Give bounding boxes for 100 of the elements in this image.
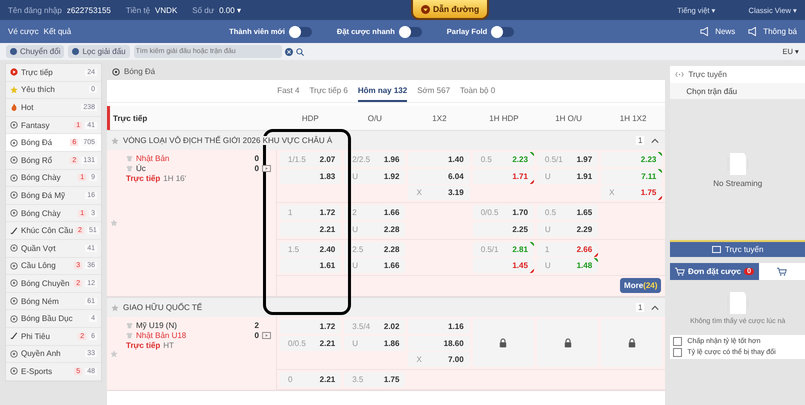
more-button[interactable]: More(24) bbox=[620, 278, 662, 293]
odds-cell[interactable]: 6.04 bbox=[408, 168, 470, 184]
odds-cell[interactable]: 1 1.72 bbox=[280, 205, 342, 220]
odds-cell[interactable]: 1.16 bbox=[408, 319, 470, 334]
ball-icon bbox=[10, 121, 18, 130]
nav-link[interactable]: News bbox=[715, 27, 736, 36]
nav-link[interactable]: Kết quả bbox=[44, 27, 72, 36]
collapse-icon[interactable] bbox=[651, 138, 660, 144]
ball-icon bbox=[10, 174, 18, 182]
collapse-icon[interactable] bbox=[651, 304, 660, 310]
switch-button[interactable]: Chuyển đổi bbox=[6, 45, 64, 58]
odds-cell[interactable]: U 2.29 bbox=[536, 222, 598, 236]
odds-cell[interactable]: 18.60 bbox=[408, 336, 470, 350]
ball-icon bbox=[10, 297, 18, 306]
shirt-icon bbox=[126, 332, 133, 338]
shirt-icon bbox=[126, 164, 133, 172]
account-label: Số dư bbox=[192, 6, 214, 14]
odds-cell[interactable]: 3.5 1.75 bbox=[344, 372, 406, 387]
odds-cell[interactable]: 0/0.5 1.70 bbox=[472, 205, 534, 220]
filter-button[interactable]: Lọc giải đấu bbox=[68, 45, 130, 58]
odds-cell[interactable]: 0.5/1 1.97 bbox=[536, 152, 598, 167]
odds-cell[interactable]: 1.45 bbox=[472, 258, 534, 273]
checkbox[interactable] bbox=[673, 337, 682, 346]
no-stream-text: No Streaming bbox=[713, 179, 762, 188]
star-icon[interactable] bbox=[111, 304, 119, 312]
odds-cell[interactable]: U 1.66 bbox=[344, 258, 406, 273]
ball-icon bbox=[10, 314, 18, 323]
lock-icon bbox=[628, 338, 636, 348]
cart-icon bbox=[674, 267, 685, 276]
odds-cell[interactable]: 0/0.5 2.21 bbox=[280, 336, 342, 350]
cart-icon bbox=[776, 267, 787, 276]
odds-cell[interactable]: X 7.00 bbox=[408, 352, 470, 367]
odds-cell[interactable]: 3.5/4 2.02 bbox=[344, 319, 406, 334]
ball-icon bbox=[10, 279, 18, 288]
tv-icon[interactable] bbox=[262, 164, 271, 172]
odds-cell[interactable]: U 1.92 bbox=[344, 168, 406, 184]
odds-cell[interactable]: 1.72 bbox=[280, 319, 342, 334]
odds-cell[interactable]: U 1.86 bbox=[344, 336, 406, 350]
tab[interactable]: Toàn bộ 0 bbox=[460, 80, 496, 102]
live-status: Trực tiếp bbox=[126, 340, 160, 350]
odds-cell[interactable]: 1/1.5 2.07 bbox=[280, 152, 342, 167]
bet-slip-tab[interactable] bbox=[758, 263, 805, 280]
star-icon[interactable] bbox=[111, 136, 119, 144]
ball-icon bbox=[112, 68, 120, 76]
odds-cell[interactable]: 2.5 2.28 bbox=[344, 242, 406, 256]
toggle-switch[interactable] bbox=[400, 26, 422, 36]
odds-cell[interactable]: 1.71 bbox=[472, 168, 534, 184]
tab[interactable]: Sớm 567 bbox=[417, 80, 450, 102]
toggle-switch[interactable] bbox=[290, 26, 312, 36]
odds-cell[interactable]: 1.61 bbox=[280, 258, 342, 273]
odds-cell[interactable]: 1.83 bbox=[280, 168, 342, 184]
odds-cell[interactable]: U 1.91 bbox=[536, 168, 598, 184]
odds-cell[interactable]: 1 2.66 bbox=[536, 242, 598, 256]
match-count: 1 bbox=[636, 136, 644, 145]
nav-link[interactable]: Thông bá bbox=[763, 27, 798, 36]
column-header: 1X2 bbox=[431, 114, 448, 122]
match-time: HT bbox=[163, 340, 174, 350]
odds-cell[interactable]: X 3.19 bbox=[408, 185, 470, 200]
odds-cell[interactable]: 0.5 1.65 bbox=[536, 205, 598, 220]
tab[interactable]: Trực tiếp 6 bbox=[309, 80, 348, 102]
toggle-switch[interactable] bbox=[492, 26, 514, 36]
star-icon[interactable] bbox=[110, 219, 118, 227]
odds-cell[interactable]: X 1.75 bbox=[601, 185, 662, 200]
account-value[interactable]: 0.00 ▾ bbox=[219, 6, 241, 14]
match-select[interactable]: Chọn trận đấu bbox=[670, 83, 805, 99]
lock-icon bbox=[499, 338, 508, 348]
odds-cell[interactable]: 2/2.5 1.96 bbox=[344, 152, 406, 167]
ball-icon bbox=[10, 209, 18, 218]
nav-link[interactable]: Vé cược bbox=[8, 27, 39, 36]
tab[interactable]: Fast 4 bbox=[277, 80, 300, 102]
guide-tab[interactable]: Dẫn đường bbox=[410, 0, 490, 20]
column-header: 1H 1X2 bbox=[618, 114, 648, 122]
shirt-icon bbox=[126, 322, 133, 328]
shirt-icon bbox=[126, 154, 133, 162]
odds-cell[interactable]: 1.5 2.40 bbox=[280, 242, 342, 256]
tab[interactable]: Hôm nay 132 bbox=[358, 80, 408, 102]
search-icon[interactable] bbox=[296, 48, 304, 56]
flame-icon bbox=[10, 103, 18, 112]
column-header: HDP bbox=[300, 114, 320, 122]
column-header: O/U bbox=[366, 114, 383, 122]
odds-cell[interactable]: 2 1.66 bbox=[344, 205, 406, 220]
star-icon[interactable] bbox=[110, 350, 118, 358]
odds-cell[interactable]: 2.25 bbox=[472, 222, 534, 236]
odds-cell[interactable]: 2.21 bbox=[280, 222, 342, 236]
odds-cell[interactable]: 0 2.21 bbox=[280, 372, 342, 387]
match-count: 1 bbox=[636, 303, 644, 312]
ball-icon bbox=[10, 350, 18, 358]
clear-icon[interactable] bbox=[284, 48, 293, 56]
league-name: GIAO HỮU QUỐC TẾ bbox=[123, 303, 202, 312]
ball-icon bbox=[10, 191, 18, 200]
odds-cell[interactable]: 1.40 bbox=[408, 152, 470, 167]
account-value: z622753155 bbox=[66, 6, 111, 14]
live-button[interactable]: Trực tuyến bbox=[670, 240, 805, 257]
odds-cell[interactable]: U 2.28 bbox=[344, 222, 406, 236]
live-icon bbox=[10, 68, 18, 76]
ball-icon bbox=[10, 262, 18, 270]
panel-title: Trực tuyến bbox=[688, 70, 727, 79]
caret-circle-icon bbox=[420, 4, 430, 14]
checkbox[interactable] bbox=[673, 348, 682, 357]
column-header: Trực tiếp bbox=[112, 114, 148, 122]
